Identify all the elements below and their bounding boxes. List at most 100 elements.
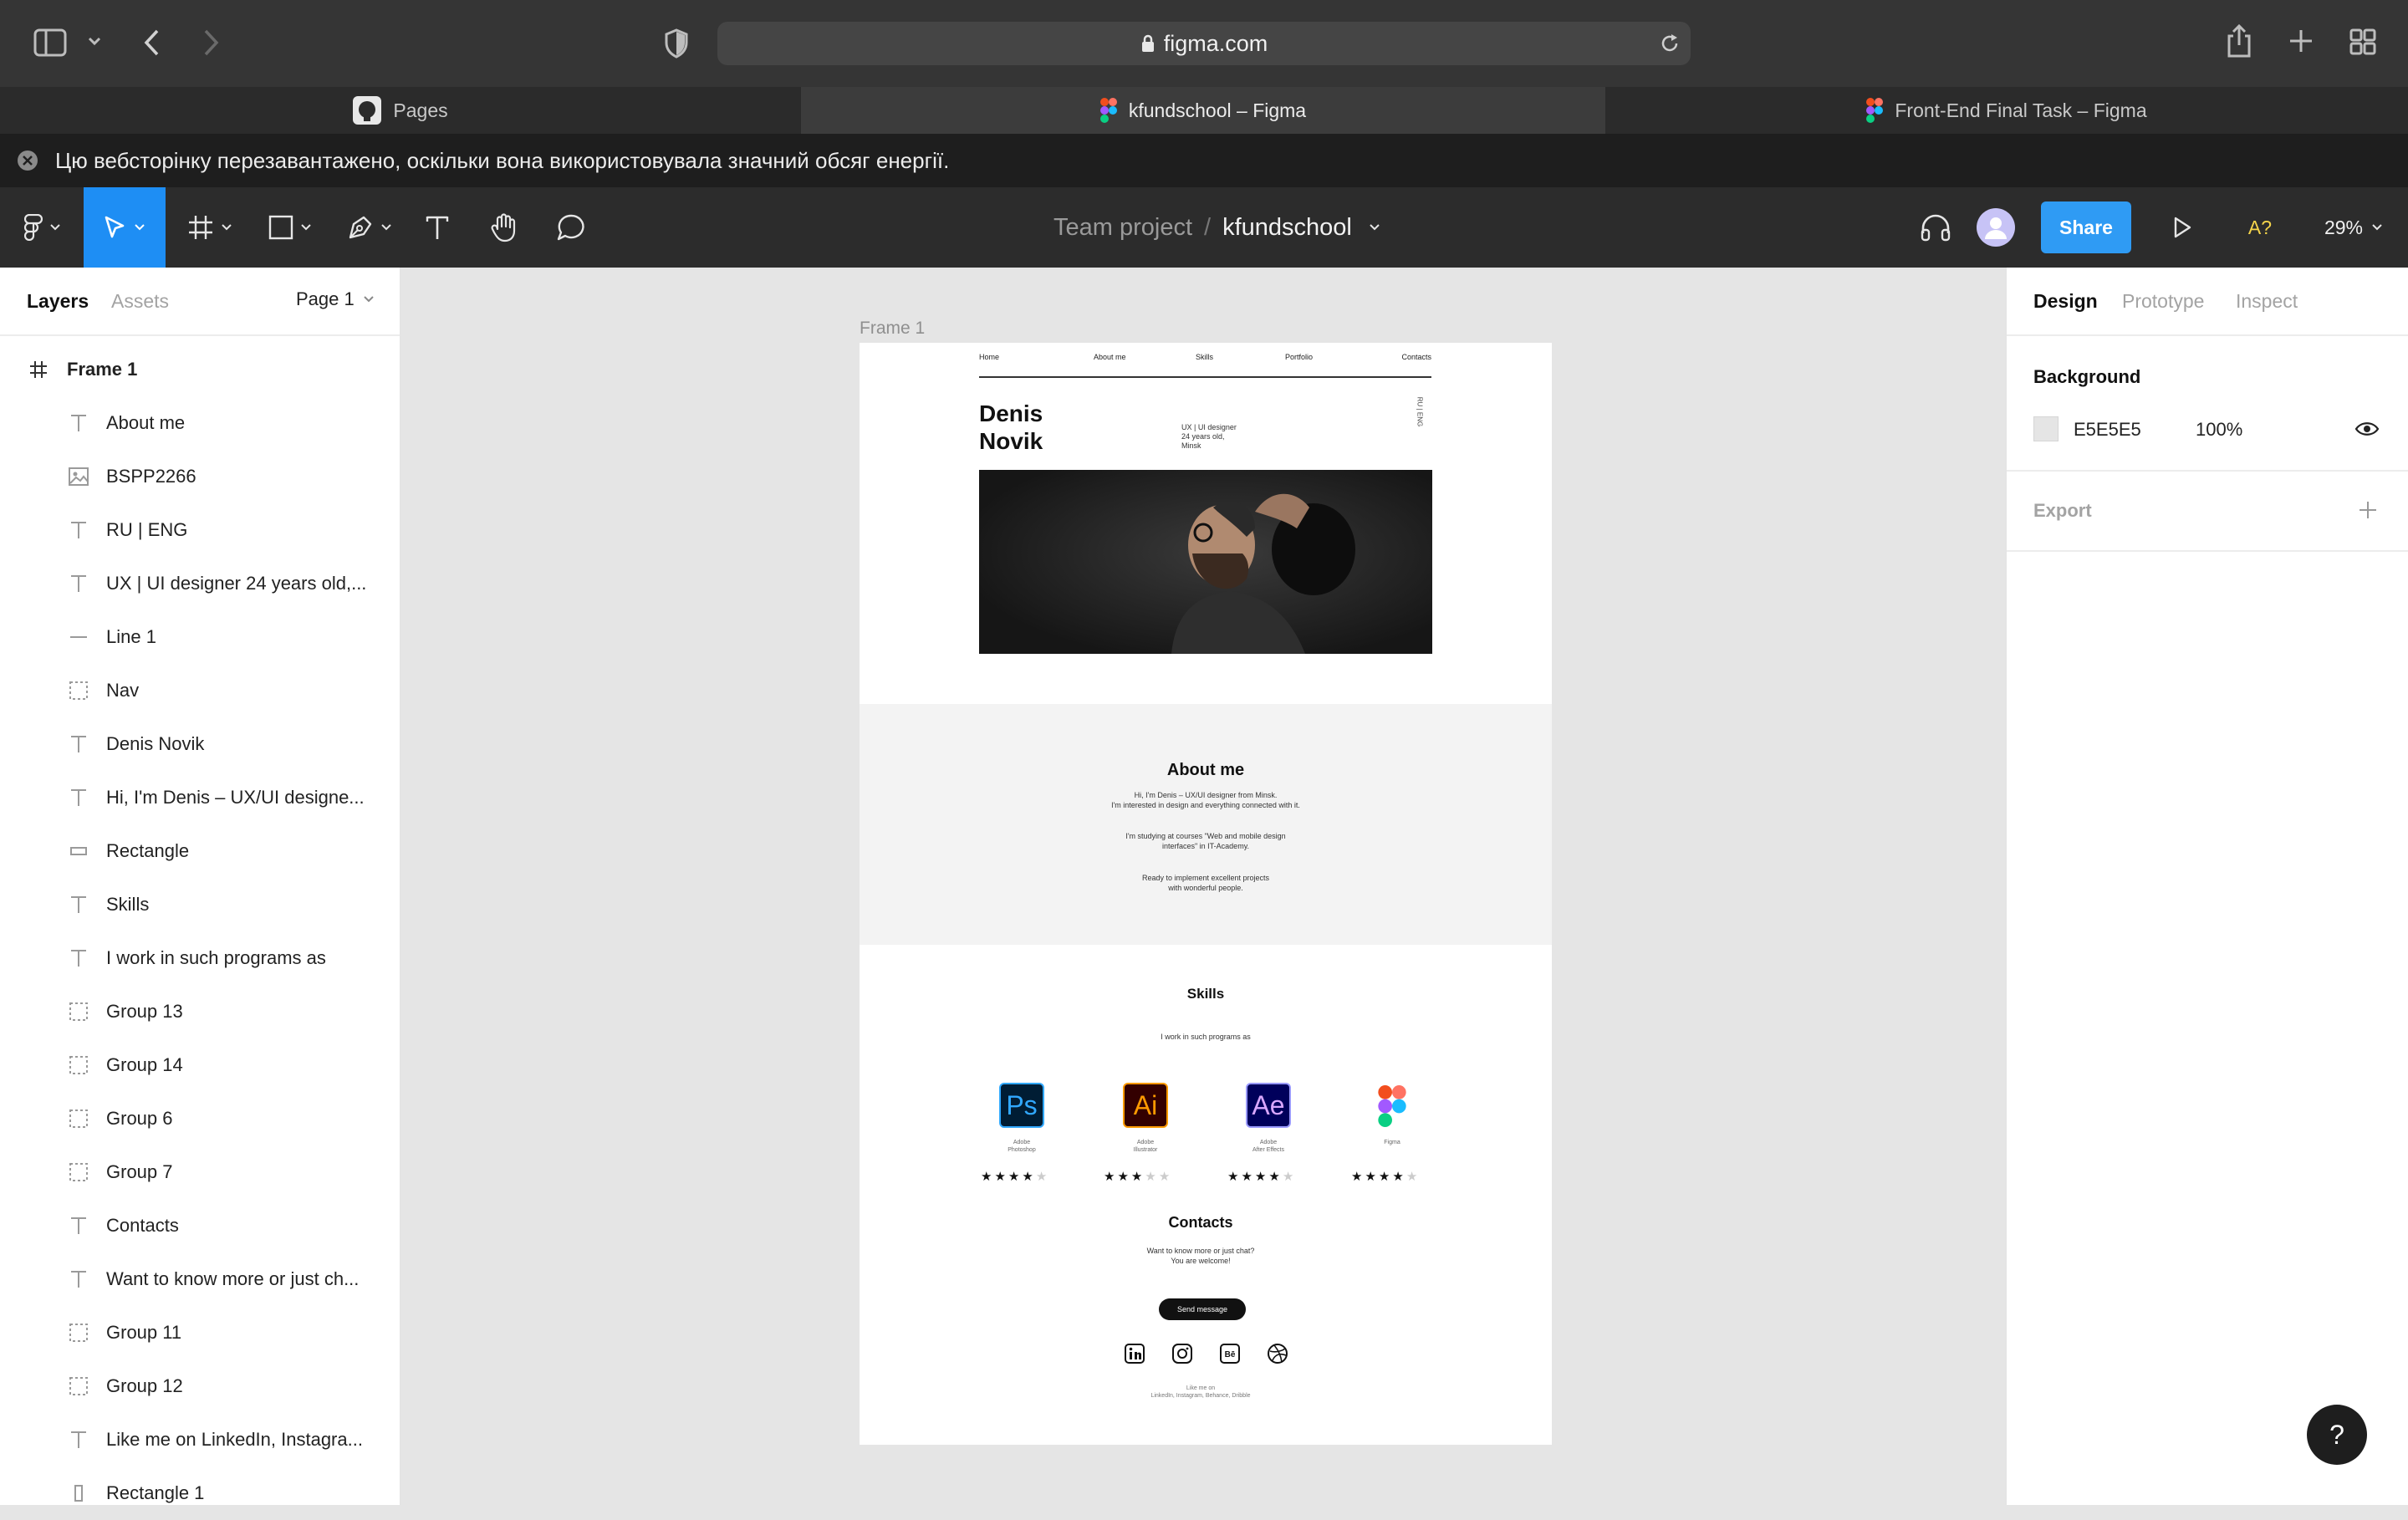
layer-item[interactable]: Nav (0, 664, 400, 717)
tab-overview-icon[interactable] (2349, 28, 2376, 55)
shape-tool-button[interactable] (259, 187, 321, 268)
missing-fonts-button[interactable]: A? (2241, 187, 2279, 268)
share-button[interactable]: Share (2041, 201, 2131, 253)
layer-item[interactable]: Rectangle (0, 824, 400, 878)
tab-layers[interactable]: Layers (27, 290, 89, 313)
background-hex-input[interactable]: E5E5E5 (2074, 419, 2141, 441)
eye-icon[interactable] (2354, 420, 2380, 438)
layer-item[interactable]: Line 1 (0, 610, 400, 664)
contacts-line: Want to know more or just chat? (1146, 1247, 1255, 1255)
layer-item[interactable]: Like me on LinkedIn, Instagra... (0, 1413, 400, 1466)
forward-icon[interactable] (201, 28, 221, 57)
layer-item[interactable]: I work in such programs as (0, 931, 400, 985)
breadcrumb-separator: / (1204, 213, 1212, 241)
group-icon (67, 679, 90, 702)
layer-item[interactable]: Hi, I'm Denis – UX/UI designe... (0, 771, 400, 824)
tab-prototype[interactable]: Prototype (2122, 290, 2204, 313)
frame-1[interactable]: Home About me Skills Portfolio Contacts … (860, 343, 1552, 1445)
page-selector[interactable]: Page 1 (296, 288, 375, 310)
rating-stars: ★★★★★ (1104, 1169, 1172, 1184)
chevron-down-icon (301, 224, 311, 231)
layer-item[interactable]: Skills (0, 878, 400, 931)
line-1 (979, 376, 1431, 378)
send-message-button: Send message (1159, 1298, 1246, 1320)
tab-design[interactable]: Design (2033, 290, 2098, 313)
layer-item[interactable]: Group 11 (0, 1306, 400, 1359)
tab-front-end-final-task[interactable]: Front-End Final Task – Figma (1605, 87, 2408, 134)
layer-label: Hi, I'm Denis – UX/UI designe... (106, 787, 365, 808)
star-filled: ★ (1241, 1170, 1255, 1184)
new-tab-icon[interactable] (2288, 28, 2314, 54)
layers-panel: Layers Assets Page 1 Frame 1 About me BSP… (0, 268, 401, 1505)
layer-item[interactable]: Group 7 (0, 1145, 400, 1199)
comment-icon (557, 214, 584, 241)
zoom-menu[interactable]: 29% (2316, 187, 2391, 268)
frame-tool-button[interactable] (179, 187, 241, 268)
audio-button[interactable] (1915, 187, 1956, 268)
layer-item[interactable]: Group 13 (0, 985, 400, 1038)
group-icon (67, 1107, 90, 1130)
lang-switch: RU | ENG (1416, 396, 1424, 427)
comment-tool-button[interactable] (550, 187, 592, 268)
layer-frame[interactable]: Frame 1 (0, 343, 400, 396)
address-bar[interactable]: figma.com (717, 22, 1691, 65)
frame-label[interactable]: Frame 1 (860, 319, 925, 339)
file-name[interactable]: kfundschool (1222, 214, 1352, 242)
add-export-icon[interactable] (2358, 500, 2378, 520)
text-tool-button[interactable] (418, 187, 457, 268)
share-label: Share (2059, 216, 2113, 238)
panel-divider (2007, 334, 2408, 336)
tab-kfundschool[interactable]: kfundschool – Figma (801, 87, 1605, 134)
figma-logo-icon (24, 214, 43, 241)
layer-item[interactable]: UX | UI designer 24 years old,... (0, 557, 400, 610)
layer-item[interactable]: Contacts (0, 1199, 400, 1252)
tab-pages[interactable]: Pages (0, 87, 801, 134)
layer-item[interactable]: RU | ENG (0, 503, 400, 557)
layer-item[interactable]: Want to know more or just ch... (0, 1252, 400, 1306)
reload-icon[interactable] (1659, 33, 1681, 54)
layer-item[interactable]: BSPP2266 (0, 450, 400, 503)
close-notice-icon[interactable] (17, 150, 38, 171)
text-icon (67, 786, 90, 809)
hand-tool-button[interactable] (483, 187, 525, 268)
background-opacity-input[interactable]: 100% (2196, 419, 2242, 441)
pen-tool-button[interactable] (338, 187, 401, 268)
tagline-1: UX | UI designer (1181, 423, 1237, 431)
rating-stars: ★★★★★ (981, 1169, 1049, 1184)
reload-notice-bar: Цю вебсторінку перезавантажено, оскільки… (0, 134, 2408, 187)
project-name[interactable]: Team project (1054, 214, 1192, 242)
group-icon (67, 1000, 90, 1023)
photoshop-icon: Ps (999, 1083, 1044, 1128)
github-icon (353, 96, 382, 125)
chevron-down-icon[interactable] (87, 35, 102, 47)
layer-item[interactable]: Rectangle 1 (0, 1466, 400, 1520)
tab-inspect[interactable]: Inspect (2236, 290, 2298, 313)
star-filled: ★ (981, 1170, 995, 1184)
help-button[interactable]: ? (2307, 1405, 2367, 1465)
layer-item[interactable]: Group 14 (0, 1038, 400, 1092)
layer-item[interactable]: Group 12 (0, 1359, 400, 1413)
tab-assets[interactable]: Assets (111, 290, 169, 313)
privacy-shield-icon[interactable] (664, 28, 689, 59)
tab-bar: Pages kfundschool – Figma Front-End Fina… (0, 87, 2408, 134)
nav-home: Home (979, 353, 1000, 361)
avatar[interactable] (1975, 187, 2017, 268)
missing-fonts-label: A? (2247, 216, 2273, 238)
move-tool-button[interactable] (84, 187, 166, 268)
layer-label: About me (106, 412, 186, 433)
background-label: Background (2033, 366, 2141, 387)
main-menu-button[interactable] (13, 187, 72, 268)
share-icon[interactable] (2226, 23, 2252, 59)
sidebar-toggle-icon[interactable] (33, 28, 67, 57)
present-button[interactable] (2166, 187, 2199, 268)
rating-stars: ★★★★★ (1227, 1169, 1296, 1184)
background-swatch[interactable] (2033, 416, 2059, 441)
chevron-down-icon[interactable] (1369, 223, 1380, 232)
layer-item[interactable]: Denis Novik (0, 717, 400, 771)
back-icon[interactable] (142, 28, 162, 57)
text-icon (67, 1214, 90, 1237)
layer-item[interactable]: Group 6 (0, 1092, 400, 1145)
name-line-1: Denis (979, 400, 1043, 426)
export-label: Export (2033, 500, 2092, 521)
layer-item[interactable]: About me (0, 396, 400, 450)
